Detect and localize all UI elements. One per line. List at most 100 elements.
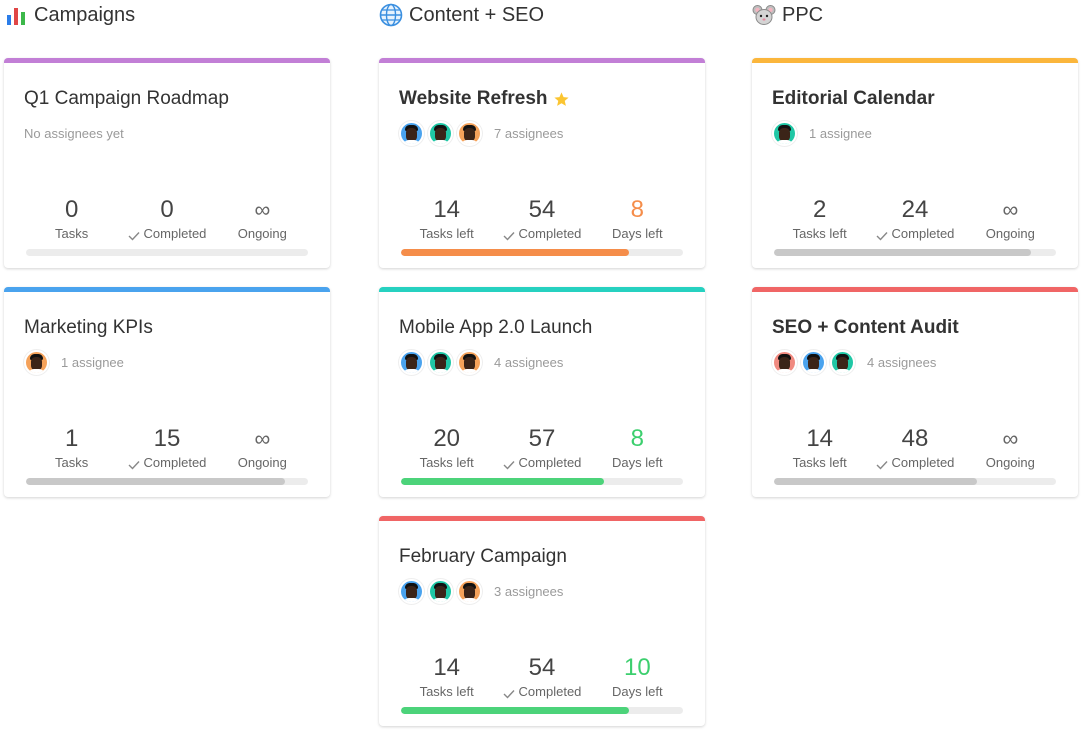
card-title-text: Mobile App 2.0 Launch — [399, 317, 593, 338]
stats-row: 14 Tasks left 54 Completed 8 Days left — [399, 196, 685, 241]
assignees: 4 assignees — [772, 349, 936, 375]
stat-label: Completed — [494, 455, 589, 470]
avatar[interactable] — [399, 578, 424, 604]
project-card[interactable]: Marketing KPIs 1 assignee 1 Tasks 15 Complete… — [4, 287, 330, 497]
card-title-text: Q1 Campaign Roadmap — [24, 88, 229, 109]
card-title-text: February Campaign — [399, 546, 567, 567]
stat: 54 Completed — [494, 196, 589, 241]
progress-fill — [401, 707, 630, 714]
stat-label-text: Tasks left — [419, 226, 474, 241]
star-icon — [553, 91, 570, 108]
stat-value: 14 — [433, 196, 461, 223]
stats-row: 14 Tasks left 54 Completed 10 Days left — [399, 654, 685, 699]
avatar[interactable] — [772, 120, 797, 146]
avatar[interactable] — [830, 349, 855, 375]
stat-value: 57 — [528, 425, 556, 452]
stat-label: Ongoing — [963, 455, 1058, 470]
stat: 8 Days left — [590, 196, 685, 241]
stat-value: 48 — [901, 425, 929, 452]
assignees: 1 assignee — [24, 349, 124, 375]
card-title-text: SEO + Content Audit — [772, 317, 959, 338]
avatar[interactable] — [772, 349, 797, 375]
column-campaigns: Campaigns — [4, 0, 330, 29]
assignees: 3 assignees — [399, 578, 563, 604]
stat-label-text: Completed — [891, 455, 955, 470]
card-title: SEO + Content Audit — [772, 317, 959, 339]
assignee-count: 3 assignees — [494, 583, 564, 599]
stats-row: 20 Tasks left 57 Completed 8 Days left — [399, 425, 685, 470]
card-title: Website Refresh — [399, 88, 570, 110]
stat: 2 Tasks left — [772, 196, 867, 241]
stat-label-text: Days left — [612, 684, 663, 699]
stat: 57 Completed — [494, 425, 589, 470]
stat-label: Tasks left — [399, 226, 494, 241]
card-title: February Campaign — [399, 546, 567, 568]
avatar-group — [24, 349, 53, 375]
avatar[interactable] — [428, 578, 453, 604]
stat-label-text: Ongoing — [237, 455, 287, 470]
progress-fill — [401, 478, 605, 485]
column-ppc: PPC — [752, 0, 1078, 29]
stat-label: Completed — [494, 226, 589, 241]
avatar[interactable] — [457, 120, 482, 146]
check-icon — [503, 687, 515, 699]
stat-label: Tasks left — [772, 455, 867, 470]
project-card[interactable]: February Campaign 3 assignees 14 Tasks left… — [379, 516, 705, 726]
stat-label: Completed — [119, 226, 214, 241]
project-card[interactable]: Mobile App 2.0 Launch 4 assignees 20 Tasks … — [379, 287, 705, 497]
stat: ∞ Ongoing — [963, 425, 1058, 470]
column-title: PPC — [782, 3, 824, 26]
progress-bar — [401, 707, 683, 714]
stat-label: Tasks — [24, 226, 119, 241]
stat-label-text: Tasks — [55, 226, 89, 241]
project-card[interactable]: Q1 Campaign Roadmap No assignees yet 0 Task… — [4, 58, 330, 268]
stat-value: ∞ — [254, 197, 271, 222]
assignee-count: No assignees yet — [24, 125, 124, 141]
stat-value: 0 — [160, 196, 174, 223]
avatar[interactable] — [457, 578, 482, 604]
stat: 0 Completed — [119, 196, 214, 241]
stat: 1 Tasks — [24, 425, 119, 470]
progress-fill — [774, 249, 1031, 256]
stat: ∞ Ongoing — [215, 196, 310, 241]
stat-value: 54 — [528, 196, 556, 223]
stat-value: ∞ — [1002, 197, 1019, 222]
card-title: Mobile App 2.0 Launch — [399, 317, 592, 339]
avatar[interactable] — [399, 349, 424, 375]
bar-chart-icon — [4, 3, 28, 27]
stat-label: Completed — [867, 455, 962, 470]
stat-label: Completed — [494, 684, 589, 699]
progress-bar — [774, 478, 1056, 485]
check-icon — [128, 229, 140, 241]
avatar[interactable] — [24, 349, 49, 375]
card-title: Marketing KPIs — [24, 317, 153, 339]
progress-bar — [401, 478, 683, 485]
stat-value: 2 — [812, 196, 827, 223]
stat-label: Tasks left — [772, 226, 867, 241]
avatar[interactable] — [428, 349, 453, 375]
stat-label: Ongoing — [215, 226, 310, 241]
avatar-group — [772, 349, 859, 375]
stat-value: ∞ — [1002, 426, 1019, 451]
stat-value: 54 — [528, 654, 556, 681]
stat-label-text: Days left — [612, 455, 663, 470]
check-icon — [503, 458, 515, 470]
stat: 48 Completed — [867, 425, 962, 470]
stat-label-text: Ongoing — [985, 455, 1035, 470]
avatar-group — [399, 349, 486, 375]
stats-row: 2 Tasks left 24 Completed ∞ Ongoing — [772, 196, 1058, 241]
stat-value: 14 — [433, 654, 461, 681]
project-card[interactable]: SEO + Content Audit 4 assignees 14 Tasks le… — [752, 287, 1078, 497]
project-card[interactable]: Website Refresh 7 assignees 14 Tasks left 54… — [379, 58, 705, 268]
avatar[interactable] — [457, 349, 482, 375]
stat-label: Tasks left — [399, 455, 494, 470]
progress-fill — [401, 249, 630, 256]
avatar[interactable] — [801, 349, 826, 375]
stat-label: Days left — [590, 455, 685, 470]
avatar[interactable] — [428, 120, 453, 146]
stats-row: 14 Tasks left 48 Completed ∞ Ongoing — [772, 425, 1058, 470]
stat-label-text: Completed — [518, 684, 582, 699]
project-card[interactable]: Editorial Calendar 1 assignee 2 Tasks left 2… — [752, 58, 1078, 268]
card-title-text: Editorial Calendar — [772, 88, 935, 109]
avatar[interactable] — [399, 120, 424, 146]
